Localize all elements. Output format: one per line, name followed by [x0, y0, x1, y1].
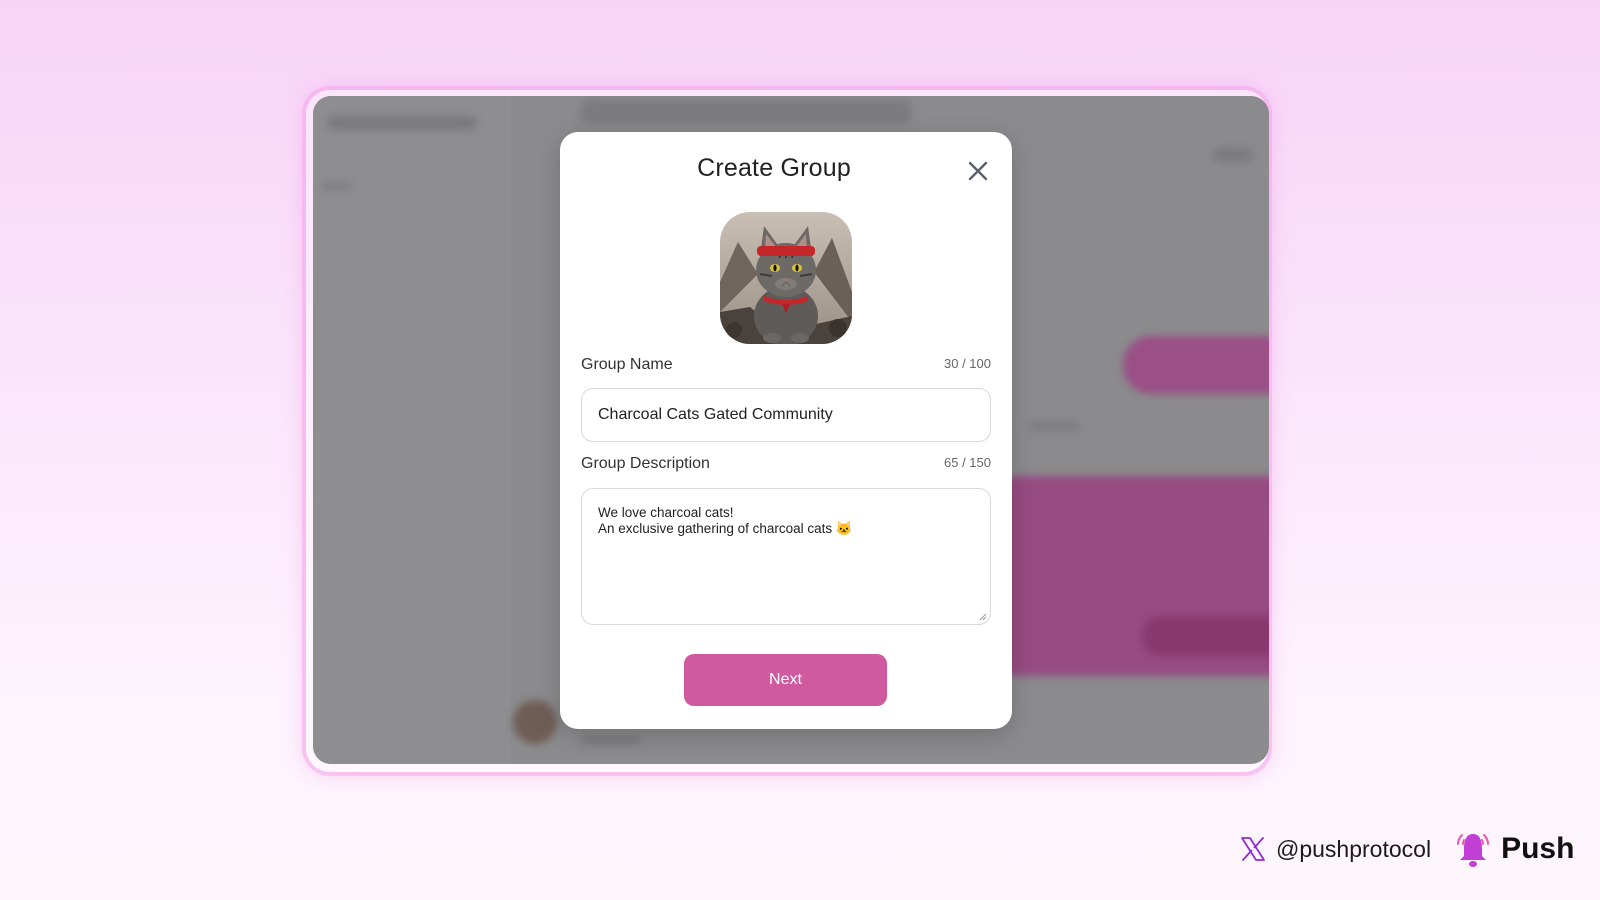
x-logo-icon[interactable]: [1240, 836, 1266, 862]
description-line-2: An exclusive gathering of charcoal cats …: [598, 521, 853, 536]
header-action-blurred: [1213, 148, 1253, 162]
description-line-1: We love charcoal cats!: [598, 505, 734, 520]
group-avatar-upload[interactable]: [720, 212, 852, 344]
close-icon: [968, 161, 988, 181]
footer-branding: @pushprotocol Push: [1240, 826, 1574, 872]
next-button[interactable]: Next: [684, 654, 887, 706]
brand-name: Push: [1501, 832, 1575, 865]
user-name-blurred: [581, 736, 641, 744]
user-avatar-blurred: [513, 700, 557, 744]
message-card-footer-blurred: [1143, 616, 1269, 656]
sidebar-blurred: [313, 96, 511, 764]
create-group-modal: Create Group Group Name 30 / 100 Charcoa…: [560, 132, 1012, 729]
group-name-char-count: 30 / 100: [944, 356, 991, 371]
sidebar-title-blurred: [327, 116, 477, 130]
message-bubble-blurred: [1123, 336, 1269, 394]
close-button[interactable]: [966, 159, 990, 183]
modal-title: Create Group: [697, 154, 851, 182]
group-name-label: Group Name: [581, 356, 673, 373]
resize-handle-icon[interactable]: [978, 612, 987, 621]
timestamp-blurred: [1031, 420, 1079, 432]
chat-header-blurred: [581, 100, 911, 124]
twitter-handle[interactable]: @pushprotocol: [1276, 836, 1431, 863]
group-avatar-cat: [720, 212, 852, 344]
group-description-label: Group Description: [581, 455, 710, 472]
sidebar-subtitle-blurred: [321, 182, 351, 190]
push-bell-icon: [1457, 834, 1490, 867]
group-description-textarea[interactable]: We love charcoal cats! An exclusive gath…: [581, 488, 991, 625]
group-description-char-count: 65 / 150: [944, 455, 991, 470]
group-name-input[interactable]: [581, 388, 991, 442]
